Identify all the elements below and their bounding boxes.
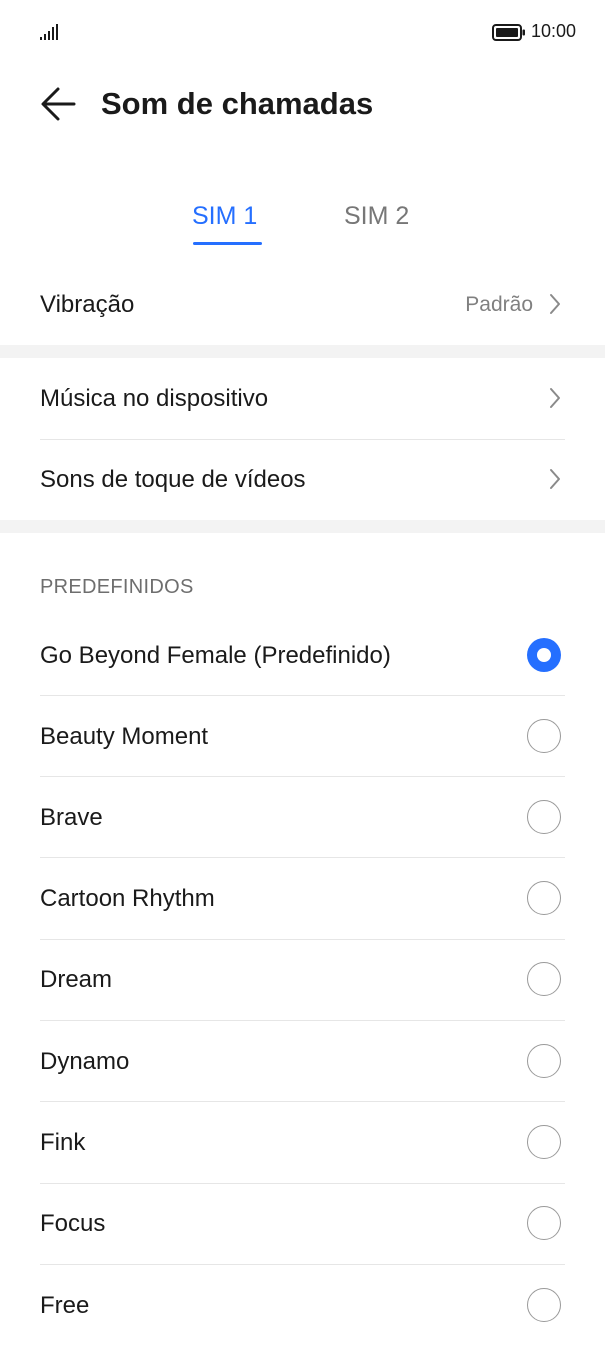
ringtone-item[interactable]: Dynamo <box>40 1022 565 1102</box>
ringtone-label: Beauty Moment <box>40 723 209 750</box>
divider <box>40 1101 565 1102</box>
radio-button[interactable] <box>527 962 561 996</box>
radio-button[interactable] <box>527 1206 561 1240</box>
ringtone-item[interactable]: Free <box>40 1266 565 1346</box>
divider <box>40 695 565 696</box>
chevron-right-icon <box>550 469 560 489</box>
app-header: Som de chamadas <box>0 66 605 146</box>
ringtone-label: Fink <box>40 1129 86 1156</box>
tab-selected-indicator <box>193 242 262 245</box>
section-gap <box>0 520 605 533</box>
vibration-value: Padrão <box>465 293 533 316</box>
ringtone-item[interactable]: Beauty Moment <box>40 697 565 777</box>
ringtone-label: Cartoon Rhythm <box>40 885 215 912</box>
page-title: Som de chamadas <box>101 86 374 121</box>
chevron-right-icon <box>550 294 560 314</box>
divider <box>40 776 565 777</box>
radio-button[interactable] <box>527 881 561 915</box>
ringtone-item[interactable]: Fink <box>40 1103 565 1183</box>
ringtone-item[interactable]: Cartoon Rhythm <box>40 859 565 939</box>
ringtone-label: Go Beyond Female (Predefinido) <box>40 642 391 669</box>
ringtone-label: Free <box>40 1292 90 1319</box>
status-time: 10:00 <box>531 21 577 41</box>
arrow-left-icon <box>41 87 76 121</box>
presets-section-header: PREDEFINIDOS <box>40 576 194 598</box>
ringtone-item[interactable]: Brave <box>40 778 565 858</box>
ringtone-item[interactable]: Dream <box>40 940 565 1020</box>
divider <box>40 857 565 858</box>
divider <box>40 1020 565 1021</box>
tab-sim-2[interactable]: SIM 2 <box>344 202 409 231</box>
device-music-row[interactable]: Música no dispositivo <box>40 359 565 439</box>
radio-button-selected[interactable] <box>527 638 561 672</box>
ringtone-label: Dynamo <box>40 1048 130 1075</box>
video-ringtones-row[interactable]: Sons de toque de vídeos <box>40 440 565 520</box>
video-ringtones-label: Sons de toque de vídeos <box>40 466 306 493</box>
status-bar: 10:00 <box>0 0 605 66</box>
battery-icon <box>492 24 525 41</box>
radio-button[interactable] <box>527 719 561 753</box>
section-gap <box>0 345 605 358</box>
ringtone-label: Brave <box>40 804 103 831</box>
vibration-label: Vibração <box>40 291 135 318</box>
ringtone-label: Focus <box>40 1210 106 1237</box>
ringtone-label: Dream <box>40 966 113 993</box>
signal-icon <box>40 24 58 40</box>
radio-button[interactable] <box>527 1288 561 1322</box>
divider <box>40 1264 565 1265</box>
back-button[interactable] <box>38 84 82 124</box>
radio-button[interactable] <box>527 1044 561 1078</box>
tab-sim-1[interactable]: SIM 1 <box>192 202 257 231</box>
chevron-right-icon <box>550 388 560 408</box>
sim-tabs: SIM 1 SIM 2 <box>0 190 605 250</box>
ringtone-item[interactable]: Focus <box>40 1184 565 1264</box>
vibration-row[interactable]: Vibração Padrão <box>40 265 565 345</box>
device-music-label: Música no dispositivo <box>40 385 269 412</box>
radio-button[interactable] <box>527 1125 561 1159</box>
ringtone-item[interactable]: Go Beyond Female (Predefinido) <box>40 616 565 696</box>
radio-button[interactable] <box>527 800 561 834</box>
